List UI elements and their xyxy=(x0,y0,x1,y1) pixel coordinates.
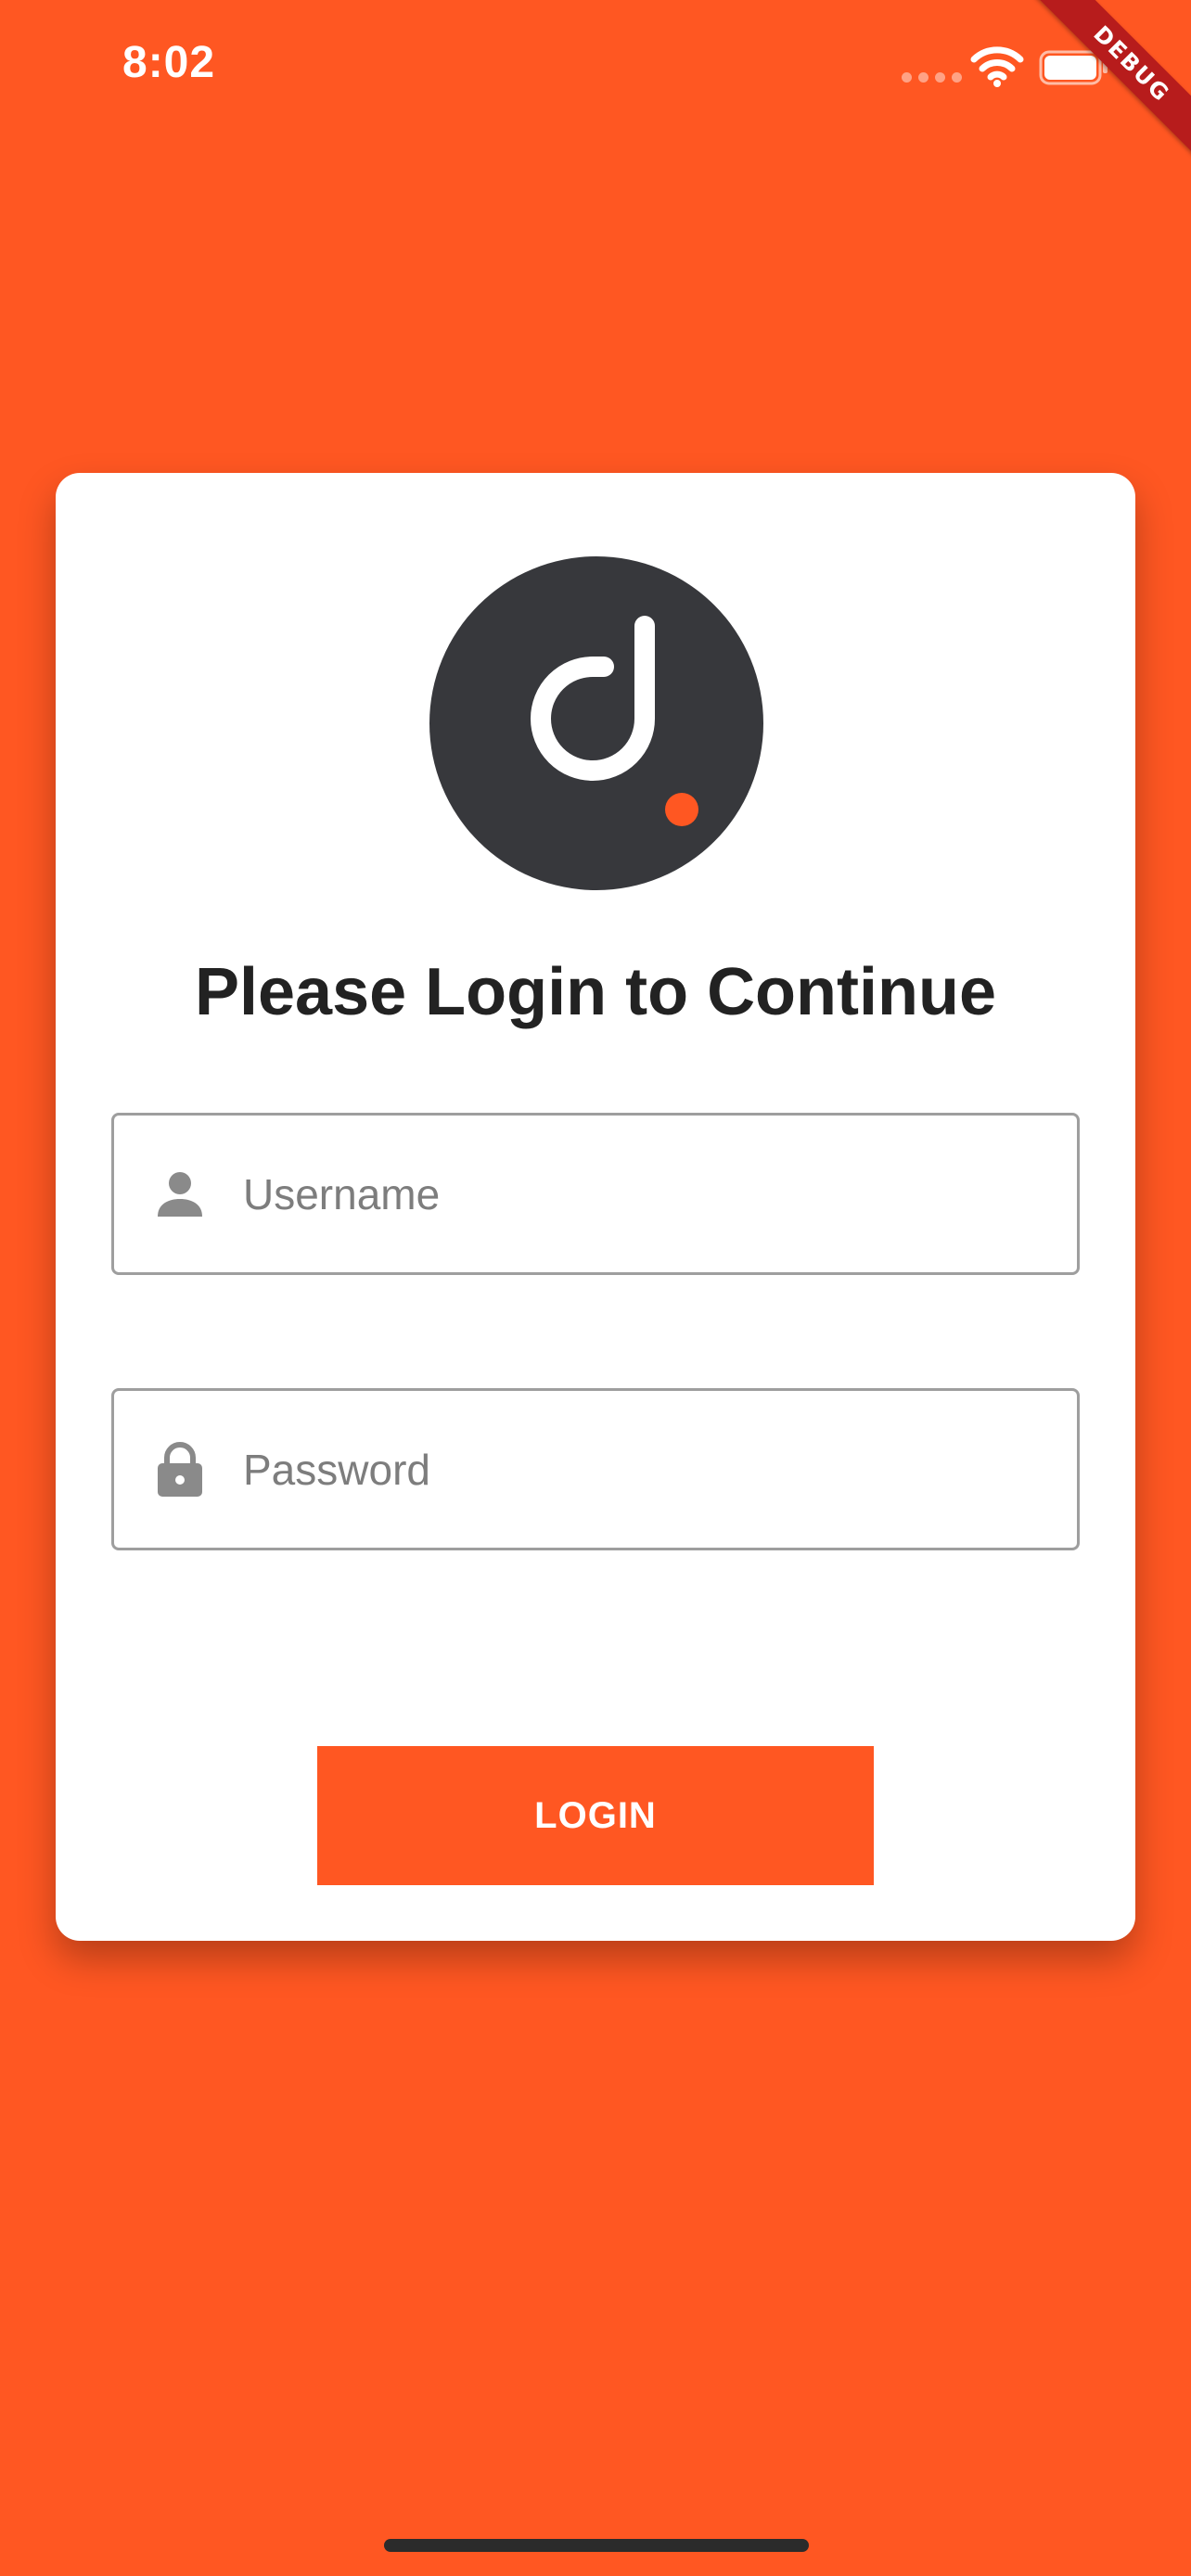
login-title: Please Login to Continue xyxy=(194,955,997,1029)
login-button[interactable]: LOGIN xyxy=(317,1746,874,1885)
app-logo xyxy=(429,556,763,890)
home-indicator[interactable] xyxy=(384,2539,809,2552)
username-field[interactable] xyxy=(111,1113,1080,1275)
status-time: 8:02 xyxy=(122,38,216,87)
lock-icon xyxy=(156,1441,204,1498)
cellular-signal-icon xyxy=(902,72,962,83)
password-field[interactable] xyxy=(111,1388,1080,1550)
password-input[interactable] xyxy=(243,1391,1077,1548)
username-input[interactable] xyxy=(243,1116,1077,1272)
login-card: Please Login to Continue LOGIN xyxy=(56,473,1135,1941)
wifi-icon xyxy=(970,46,1024,87)
person-icon xyxy=(156,1167,204,1222)
